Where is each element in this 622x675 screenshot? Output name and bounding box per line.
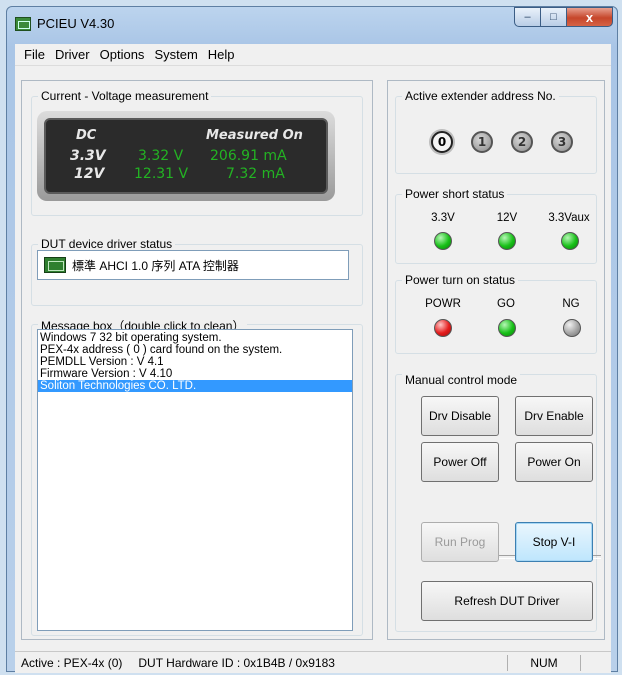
power-short-group: Power short status	[395, 187, 597, 264]
refresh-dut-driver-button[interactable]: Refresh DUT Driver	[421, 581, 593, 621]
message-line[interactable]: PEMDLL Version : V 4.1	[38, 356, 352, 368]
voltage-3v3: 3.32 V	[138, 148, 184, 164]
power-short-led-3v3aux	[561, 232, 579, 250]
current-12v: 7.32 mA	[226, 166, 285, 182]
run-prog-button[interactable]: Run Prog	[421, 522, 499, 562]
chip-icon	[44, 257, 66, 273]
menu-driver[interactable]: Driver	[50, 47, 95, 62]
menu-file[interactable]: File	[19, 47, 50, 62]
menu-system[interactable]: System	[149, 47, 202, 62]
address-2-button[interactable]: 2	[511, 131, 533, 153]
address-1-button[interactable]: 1	[471, 131, 493, 153]
menu-bar: File Driver Options System Help	[15, 44, 611, 66]
address-3-button[interactable]: 3	[551, 131, 573, 153]
window-title: PCIEU V4.30	[37, 16, 115, 31]
driver-status-field: 標準 AHCI 1.0 序列 ATA 控制器	[37, 250, 349, 280]
menu-options[interactable]: Options	[95, 47, 150, 62]
drv-disable-button[interactable]: Drv Disable	[421, 396, 499, 436]
message-list[interactable]: Windows 7 32 bit operating system. PEX-4…	[37, 329, 353, 631]
driver-status-value: 標準 AHCI 1.0 序列 ATA 控制器	[72, 258, 239, 273]
power-short-label-12v: 12V	[496, 212, 518, 224]
status-active: Active : PEX-4x (0)	[21, 655, 123, 670]
menu-help[interactable]: Help	[203, 47, 240, 62]
app-window: PCIEU V4.30 – □ x File Driver Options Sy…	[6, 6, 618, 673]
status-empty	[581, 654, 611, 672]
close-button[interactable]: x	[566, 7, 613, 27]
power-short-led-3v3	[434, 232, 452, 250]
message-line[interactable]: Windows 7 32 bit operating system.	[38, 332, 352, 344]
power-on-led-powr	[434, 319, 452, 337]
measurement-display: DC Measured On 3.3V 3.32 V 206.91 mA 12V…	[37, 111, 335, 201]
message-line[interactable]: Firmware Version : V 4.10	[38, 368, 352, 380]
power-on-button[interactable]: Power On	[515, 442, 593, 482]
client-area: Current - Voltage measurement DC Measure…	[15, 66, 611, 651]
power-on-led-ng	[563, 319, 581, 337]
measurement-title: Current - Voltage measurement	[38, 89, 212, 103]
current-3v3: 206.91 mA	[210, 148, 287, 164]
stop-vi-button[interactable]: Stop V-I	[515, 522, 593, 562]
measured-on-header: Measured On	[206, 128, 303, 143]
message-line-selected[interactable]: Soliton Technologies CO. LTD.	[38, 380, 352, 392]
manual-control-title: Manual control mode	[402, 373, 521, 387]
power-off-button[interactable]: Power Off	[421, 442, 499, 482]
dc-header: DC	[76, 128, 97, 143]
voltage-12v: 12.31 V	[134, 166, 189, 182]
power-short-title: Power short status	[402, 187, 508, 201]
status-bar: Active : PEX-4x (0) DUT Hardware ID : 0x…	[15, 651, 611, 673]
message-line[interactable]: PEX-4x address ( 0 ) card found on the s…	[38, 344, 352, 356]
power-on-label-ng: NG	[562, 298, 580, 310]
status-hardware-id: DUT Hardware ID : 0x1B4B / 0x9183	[138, 655, 335, 670]
address-0-button[interactable]: 0	[431, 131, 453, 153]
extender-title: Active extender address No.	[402, 89, 559, 103]
maximize-button[interactable]: □	[540, 7, 567, 27]
minimize-button[interactable]: –	[514, 7, 541, 27]
power-short-label-3v3: 3.3V	[431, 212, 455, 224]
power-on-title: Power turn on status	[402, 273, 519, 287]
drv-enable-button[interactable]: Drv Enable	[515, 396, 593, 436]
power-on-label-go: GO	[497, 298, 515, 310]
title-bar[interactable]: PCIEU V4.30 – □ x	[7, 7, 617, 43]
power-on-label-powr: POWR	[425, 298, 461, 310]
rail-label-3v3: 3.3V	[70, 148, 106, 164]
power-short-label-3v3aux: 3.3Vaux	[548, 212, 590, 224]
app-icon	[15, 17, 31, 31]
power-on-group: Power turn on status	[395, 273, 597, 354]
rail-label-12v: 12V	[74, 166, 105, 182]
power-short-led-12v	[498, 232, 516, 250]
status-num: NUM	[530, 655, 558, 670]
power-on-led-go	[498, 319, 516, 337]
driver-status-title: DUT device driver status	[38, 237, 176, 251]
